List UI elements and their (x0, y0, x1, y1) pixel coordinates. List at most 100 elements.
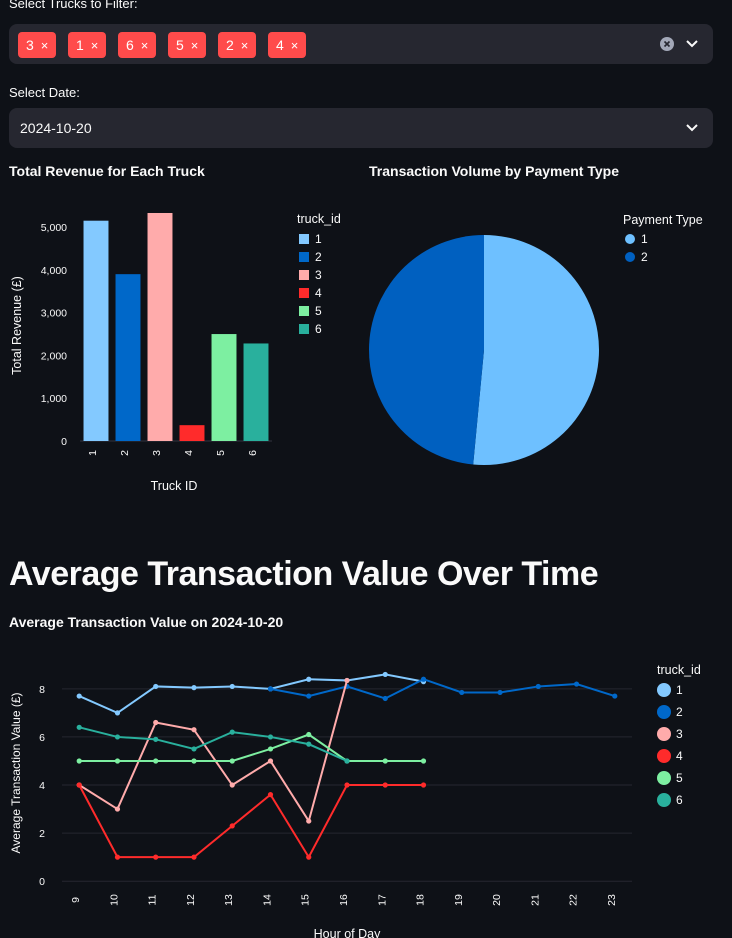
x-tick-label: 23 (606, 894, 618, 906)
chip-close-icon[interactable]: × (91, 38, 99, 53)
data-point-truck-6 (344, 758, 350, 764)
y-tick-label: 2,000 (41, 350, 67, 362)
line-chart-title: Average Transaction Value on 2024-10-20 (9, 614, 284, 630)
y-tick-label: 0 (61, 436, 67, 448)
chip-truck-4[interactable]: 4 × (268, 32, 307, 58)
legend-swatch-3 (657, 727, 671, 741)
x-tick-label: 3 (151, 450, 163, 456)
revenue-bar-chart[interactable]: 0 1,000 2,000 3,000 4,000 5,000 1 2 3 4 5 6 Truck ID… (0, 190, 360, 500)
x-tick-label: 19 (453, 894, 465, 906)
y-tick-label: 4,000 (41, 265, 67, 277)
bar-truck-4 (179, 425, 205, 441)
bar-truck-2 (115, 274, 141, 441)
chip-label: 3 (26, 37, 34, 53)
data-point-truck-2 (267, 686, 274, 692)
x-tick-label: 9 (70, 897, 82, 903)
payment-chart-title: Transaction Volume by Payment Type (369, 163, 619, 179)
data-point-truck-4 (267, 792, 274, 798)
chip-truck-1[interactable]: 1 × (68, 32, 107, 58)
chip-truck-5[interactable]: 5 × (168, 32, 207, 58)
data-point-truck-5 (420, 758, 427, 764)
y-tick-label: 4 (39, 780, 45, 792)
y-axis-title: Total Revenue (£) (10, 276, 24, 375)
data-point-truck-1 (229, 683, 235, 690)
legend-swatch-1 (299, 234, 309, 244)
legend-title: truck_id (297, 212, 341, 226)
data-point-truck-2 (306, 693, 312, 699)
chip-close-icon[interactable]: × (141, 38, 149, 53)
chevron-down-icon[interactable] (685, 122, 699, 134)
data-point-truck-6 (191, 746, 197, 752)
x-tick-label: 4 (183, 450, 195, 456)
x-tick-label: 5 (215, 450, 227, 456)
bar-truck-3 (147, 212, 173, 441)
data-point-truck-1 (153, 683, 159, 690)
x-tick-label: 21 (529, 894, 541, 906)
chip-truck-6[interactable]: 6 × (118, 32, 157, 58)
data-point-truck-1 (306, 676, 312, 682)
legend-label: 3 (676, 727, 683, 741)
data-point-truck-6 (114, 734, 121, 740)
data-point-truck-4 (191, 854, 197, 860)
data-point-truck-2 (497, 689, 503, 696)
chip-close-icon[interactable]: × (291, 38, 299, 53)
y-tick-label: 1,000 (41, 393, 67, 405)
data-point-truck-5 (191, 758, 197, 764)
chip-close-icon[interactable]: × (241, 38, 249, 53)
chip-truck-2[interactable]: 2 × (218, 32, 257, 58)
data-point-truck-3 (344, 677, 350, 684)
legend-title: truck_id (657, 663, 701, 677)
x-tick-label: 1 (87, 450, 99, 456)
data-point-truck-2 (382, 695, 388, 702)
legend-label: 4 (315, 286, 322, 300)
date-select-value: 2024-10-20 (20, 120, 92, 136)
chip-close-icon[interactable]: × (191, 38, 199, 53)
data-point-truck-3 (191, 727, 197, 733)
chip-truck-3[interactable]: 3 × (18, 32, 57, 58)
trucks-multiselect[interactable]: 3 × 1 × 6 × 5 × 2 × 4 × (9, 24, 713, 64)
avg-transaction-line-chart[interactable]: 024689 10 11 12 13 14 15 16 17 18 19 20 21 22 23Hour o… (0, 640, 732, 938)
legend-swatch-3 (299, 270, 309, 280)
x-tick-label: 11 (147, 894, 159, 905)
y-tick-label: 2 (39, 828, 45, 840)
legend-label: 1 (315, 232, 322, 246)
x-tick-label: 6 (247, 450, 259, 456)
y-tick-label: 8 (39, 684, 45, 696)
legend-label: 6 (676, 793, 683, 807)
legend-label: 5 (676, 771, 683, 785)
x-tick-label: 15 (300, 894, 312, 906)
payment-pie-chart[interactable]: Payment Type 1 2 (360, 190, 732, 480)
data-point-truck-3 (229, 782, 235, 788)
data-point-truck-5 (267, 746, 274, 752)
bar-truck-5 (211, 334, 237, 441)
legend-label: 3 (315, 268, 322, 282)
legend-label: 6 (315, 322, 322, 336)
x-tick-label: 22 (568, 894, 580, 906)
chevron-down-icon[interactable] (685, 38, 699, 50)
series-line-4 (78, 784, 424, 860)
bar-truck-6 (243, 343, 269, 441)
legend-swatch-6 (657, 793, 671, 807)
chip-close-icon[interactable]: × (41, 38, 49, 53)
legend-label: 1 (641, 232, 648, 246)
data-point-truck-4 (153, 854, 159, 860)
bar-truck-1 (83, 220, 109, 441)
legend-label: 2 (676, 705, 683, 719)
y-axis-title: Average Transaction Value (£) (9, 693, 23, 854)
legend-swatch-2 (299, 252, 309, 262)
data-point-truck-1 (191, 685, 197, 691)
chip-label: 6 (126, 37, 134, 53)
x-tick-label: 2 (119, 450, 131, 456)
x-tick-label: 10 (108, 894, 120, 906)
date-select[interactable]: 2024-10-20 (9, 108, 713, 148)
data-point-truck-4 (382, 782, 388, 788)
data-point-truck-1 (76, 693, 82, 699)
data-point-truck-4 (229, 823, 235, 829)
data-point-truck-3 (306, 818, 312, 824)
data-point-truck-6 (76, 724, 82, 730)
legend-swatch-5 (299, 306, 309, 316)
revenue-chart-title: Total Revenue for Each Truck (9, 163, 205, 179)
x-tick-label: 20 (491, 894, 503, 906)
data-point-truck-4 (76, 782, 82, 788)
clear-all-icon[interactable] (660, 37, 674, 51)
